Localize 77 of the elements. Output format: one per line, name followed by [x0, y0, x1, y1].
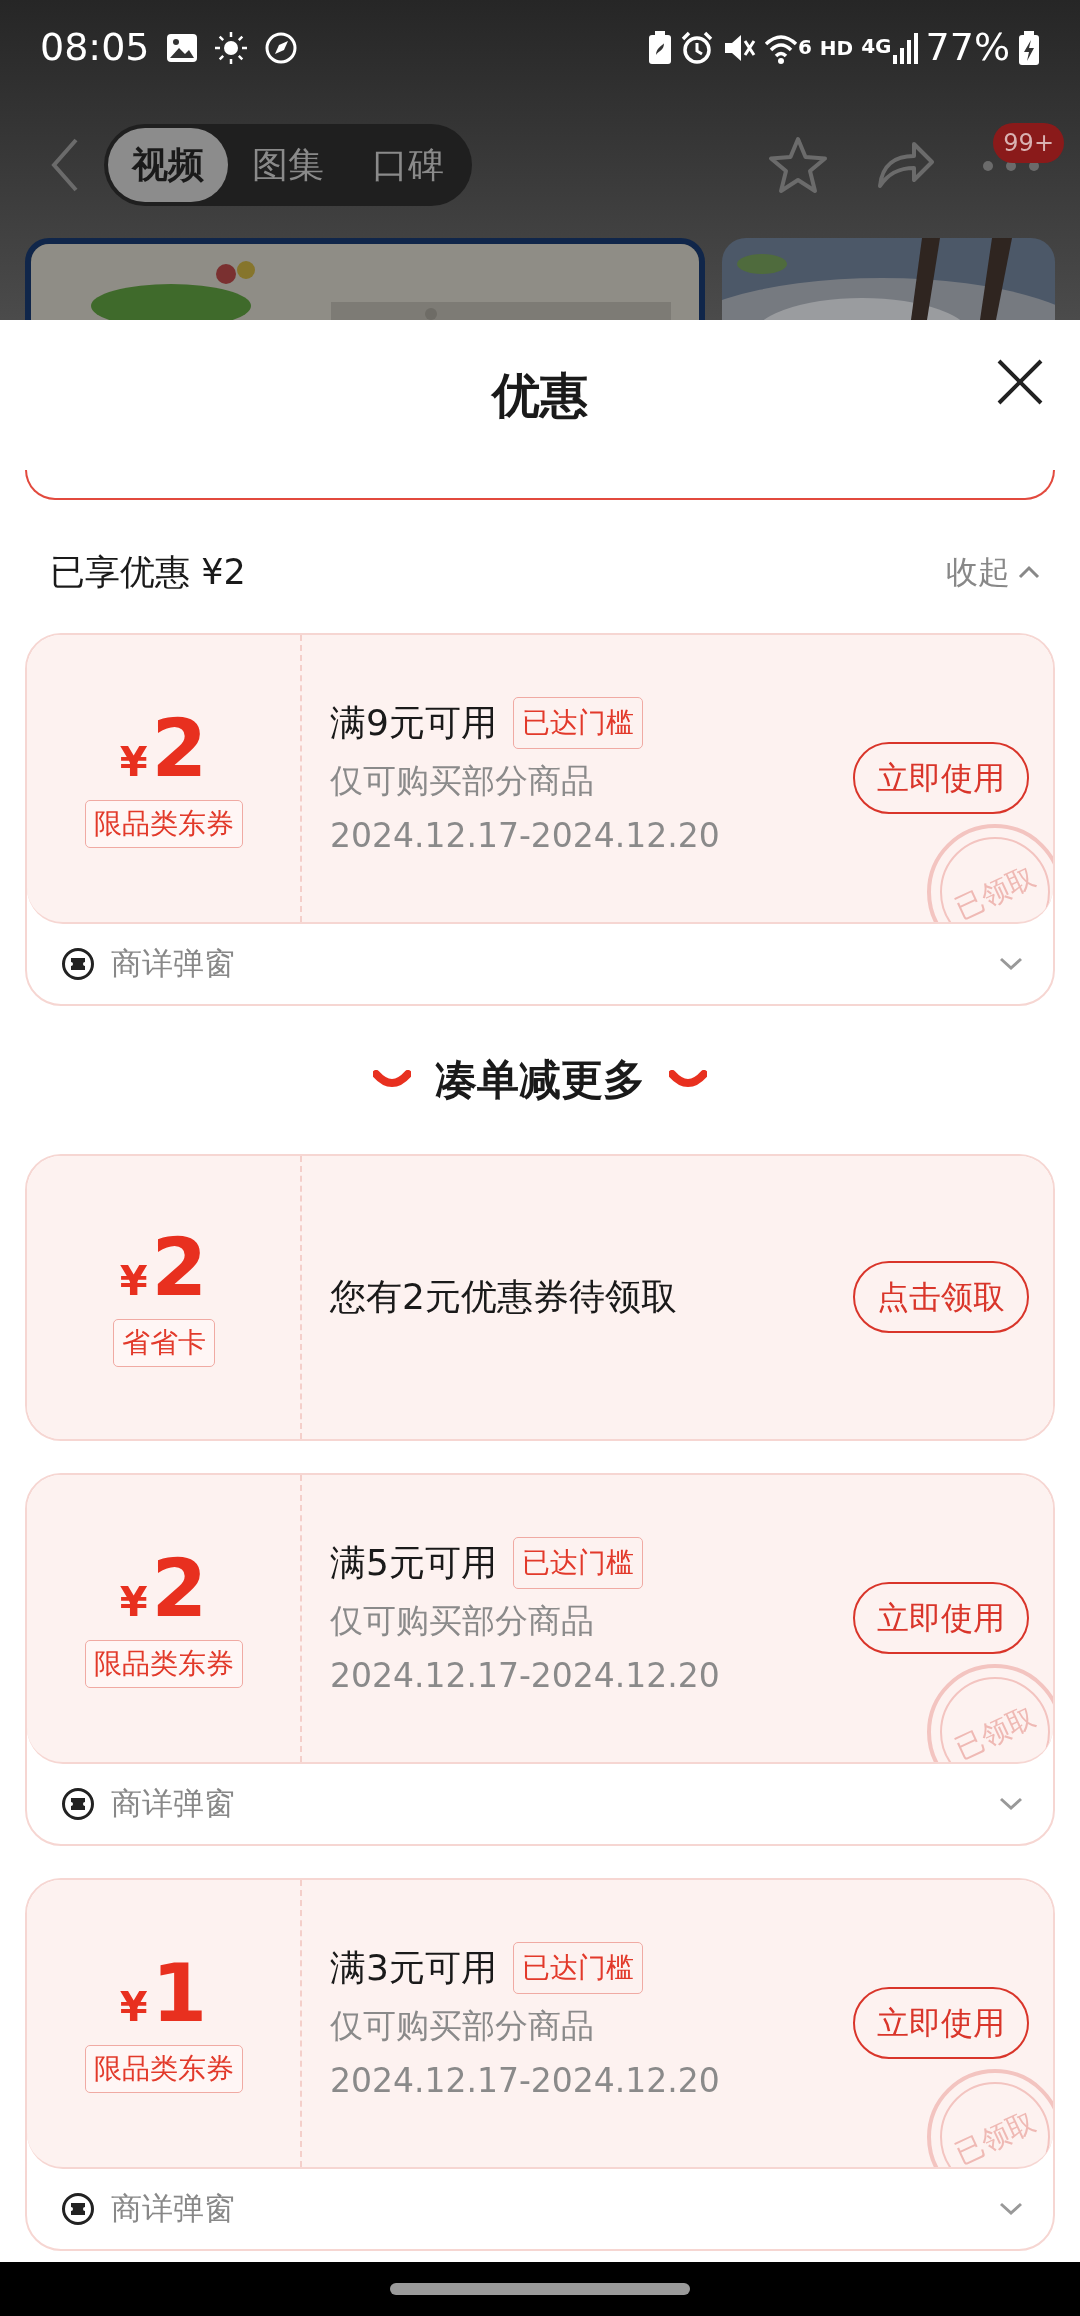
coupon-condition: 满9元可用: [330, 700, 497, 745]
use-now-button[interactable]: 立即使用: [853, 1987, 1029, 2059]
chevron-icon: [1018, 565, 1040, 580]
footer-label: 商详弹窗: [111, 944, 235, 984]
chevron-icon: [999, 1796, 1023, 1811]
battery-level: 77%: [925, 24, 1010, 71]
more-button[interactable]: [982, 159, 1040, 172]
ticket-icon: [61, 2191, 95, 2226]
coupon-amount: 2: [151, 708, 208, 789]
threshold-tag: 已达门槛: [512, 1536, 643, 1589]
close-icon: [996, 358, 1044, 406]
footer-label: 商详弹窗: [111, 1784, 235, 1824]
star-icon: [768, 136, 828, 194]
threshold-tag: 已达门槛: [512, 696, 643, 749]
coupon-type-tag: 限品类东券: [84, 1639, 243, 1688]
coupon-details-toggle[interactable]: 商详弹窗: [27, 1763, 1053, 1844]
notification-badge: 99+: [993, 123, 1064, 163]
coupon-validity: 2024.12.17-2024.12.20: [330, 1655, 721, 1697]
signal-icon: [891, 30, 918, 65]
coupon-amount: 2: [151, 1548, 208, 1629]
claim-button[interactable]: 点击领取: [853, 1261, 1029, 1333]
coupon-validity: 2024.12.17-2024.12.20: [330, 2060, 721, 2102]
back-icon: [50, 137, 80, 193]
hd-label: HD: [819, 34, 854, 62]
network-label: 4G: [861, 32, 892, 60]
claimed-stamp: 已领取: [925, 1661, 1053, 1762]
footer-label: 商详弹窗: [111, 2189, 235, 2229]
status-time: 08:05: [40, 24, 150, 71]
sheet-title: 优惠: [492, 366, 588, 425]
coupon-details-toggle[interactable]: 商详弹窗: [27, 923, 1053, 1004]
threshold-tag: 已达门槛: [512, 1941, 643, 1994]
coupon-amount: 1: [151, 1953, 208, 2034]
tab[interactable]: 口碑: [348, 128, 468, 202]
tab[interactable]: 图集: [228, 128, 348, 202]
wifi-label: 6: [797, 33, 812, 61]
section-heading: 凑单减更多: [435, 1054, 645, 1106]
currency-symbol: ¥: [119, 1982, 148, 2032]
coupon-type-tag: 限品类东券: [84, 2044, 243, 2093]
coupon-details-toggle[interactable]: 商详弹窗: [27, 2168, 1053, 2249]
battery-saver-icon: [647, 30, 672, 65]
currency-symbol: ¥: [119, 1256, 148, 1306]
coupon-type-tag: 限品类东券: [84, 799, 243, 848]
sun-icon: [213, 30, 248, 65]
claimed-stamp: 已领取: [925, 2066, 1053, 2167]
currency-symbol: ¥: [119, 1577, 148, 1627]
coupon-scope: 仅可购买部分商品: [330, 1599, 595, 1642]
coupon-type-tag: 省省卡: [112, 1318, 215, 1367]
image-icon: [165, 32, 198, 63]
coupon-amount: 2: [151, 1227, 208, 1308]
smile-icon: [373, 1069, 411, 1090]
tab[interactable]: 视频: [108, 128, 228, 202]
share-button[interactable]: [876, 140, 934, 190]
favorite-button[interactable]: [768, 136, 828, 194]
use-now-button[interactable]: 立即使用: [853, 742, 1029, 814]
ticket-icon: [61, 946, 95, 981]
smile-icon: [669, 1069, 707, 1090]
coupon-validity: 2024.12.17-2024.12.20: [330, 815, 721, 857]
coupon-scope: 仅可购买部分商品: [330, 2004, 595, 2047]
chevron-icon: [999, 956, 1023, 971]
compass-icon: [263, 30, 298, 65]
coupon-scope: 仅可购买部分商品: [330, 759, 595, 802]
more-icon: [982, 159, 1040, 172]
share-icon: [876, 140, 934, 190]
alarm-icon: [679, 30, 714, 65]
ticket-icon: [61, 1786, 95, 1821]
coupon-message: 您有2元优惠券待领取: [330, 1275, 678, 1319]
currency-symbol: ¥: [119, 737, 148, 787]
coupon-condition: 满5元可用: [330, 1540, 497, 1585]
close-button[interactable]: [996, 358, 1044, 406]
back-button[interactable]: [50, 137, 80, 193]
battery-icon: [1018, 29, 1040, 66]
claimed-stamp: 已领取: [925, 821, 1053, 922]
coupon-condition: 满3元可用: [330, 1945, 497, 1990]
chevron-icon: [999, 2201, 1023, 2216]
discount-summary: 已享优惠 ¥2: [50, 551, 246, 594]
use-now-button[interactable]: 立即使用: [853, 1582, 1029, 1654]
collapse-toggle[interactable]: 收起: [946, 548, 1040, 597]
